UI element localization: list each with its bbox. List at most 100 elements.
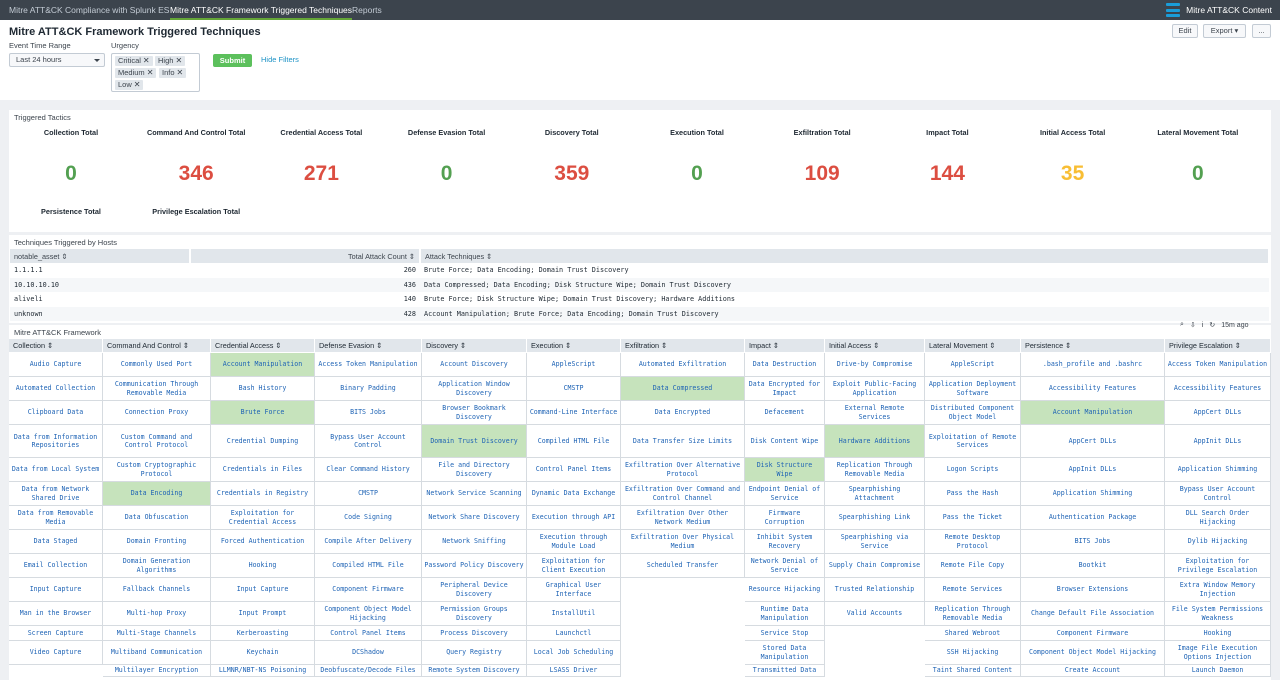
technique-cell[interactable]: Launch Daemon [1165, 665, 1271, 677]
technique-cell[interactable]: Dynamic Data Exchange [527, 482, 621, 506]
technique-cell[interactable]: CMSTP [527, 377, 621, 401]
technique-cell[interactable]: Data from Network Shared Drive [9, 482, 103, 506]
table-row[interactable]: 1.1.1.1 260 Brute Force; Data Encoding; Do… [10, 263, 1269, 278]
kpi-value[interactable]: 271 [262, 162, 380, 186]
technique-cell[interactable]: Multi-hop Proxy [103, 602, 211, 626]
technique-cell[interactable]: BITS Jobs [315, 401, 422, 425]
technique-cell[interactable]: Peripheral Device Discovery [422, 578, 527, 602]
technique-cell[interactable]: Component Firmware [1021, 626, 1165, 641]
technique-cell[interactable]: Data from Information Repositories [9, 425, 103, 458]
technique-cell[interactable]: Execution through API [527, 506, 621, 530]
technique-cell[interactable]: Network Sniffing [422, 530, 527, 554]
framework-column-header[interactable]: Impact ⇕ [745, 339, 824, 352]
technique-cell[interactable]: Replication Through Removable Media [825, 458, 925, 482]
technique-cell[interactable]: Remote Desktop Protocol [925, 530, 1021, 554]
technique-cell[interactable]: Automated Exfiltration [621, 353, 745, 377]
technique-cell[interactable]: Code Signing [315, 506, 422, 530]
technique-cell[interactable]: Data Encoding [103, 482, 211, 506]
technique-cell[interactable]: Extra Window Memory Injection [1165, 578, 1271, 602]
technique-cell[interactable]: Access Token Manipulation [1165, 353, 1271, 377]
technique-cell[interactable]: Custom Command and Control Protocol [103, 425, 211, 458]
technique-cell[interactable]: Stored Data Manipulation [745, 641, 825, 665]
technique-cell[interactable]: Control Panel Items [315, 626, 422, 641]
technique-cell[interactable]: Network Share Discovery [422, 506, 527, 530]
technique-cell[interactable]: External Remote Services [825, 401, 925, 425]
technique-cell[interactable]: Disk Structure Wipe [745, 458, 825, 482]
framework-column-header[interactable]: Lateral Movement ⇕ [925, 339, 1020, 352]
technique-cell[interactable]: Hardware Additions [825, 425, 925, 458]
technique-cell[interactable]: Data Encrypted [621, 401, 745, 425]
technique-cell[interactable]: Accessibility Features [1021, 377, 1165, 401]
nav-tab-3[interactable]: Reports [352, 0, 382, 20]
kpi-value[interactable]: 109 [763, 162, 881, 186]
technique-cell[interactable]: DLL Search Order Hijacking [1165, 506, 1271, 530]
col-notable-asset[interactable]: notable_asset ⇕ [10, 249, 191, 263]
kpi-value[interactable]: 359 [513, 162, 631, 186]
kpi-value[interactable]: 346 [137, 162, 255, 186]
technique-cell[interactable]: Create Account [1021, 665, 1165, 677]
technique-cell[interactable]: Exploit Public-Facing Application [825, 377, 925, 401]
technique-cell[interactable]: Keychain [211, 641, 315, 665]
technique-cell[interactable]: Forced Authentication [211, 530, 315, 554]
technique-cell[interactable]: Valid Accounts [825, 602, 925, 626]
urgency-token-medium[interactable]: Medium ✕ [115, 68, 157, 78]
technique-cell[interactable]: Accessibility Features [1165, 377, 1271, 401]
technique-cell[interactable]: LSASS Driver [527, 665, 621, 677]
technique-cell[interactable]: Bypass User Account Control [1165, 482, 1271, 506]
technique-cell[interactable]: Spearphishing Attachment [825, 482, 925, 506]
nav-tab-2[interactable]: Mitre ATT&CK Framework Triggered Techniq… [170, 0, 353, 20]
table-row[interactable]: aliveli 140 Brute Force; Disk Structure Wi… [10, 292, 1269, 307]
technique-cell[interactable]: Permission Groups Discovery [422, 602, 527, 626]
search-icon[interactable]: ⌕ [1180, 321, 1184, 329]
technique-cell[interactable]: Account Manipulation [211, 353, 315, 377]
technique-cell[interactable]: Credential Dumping [211, 425, 315, 458]
technique-cell[interactable]: Man in the Browser [9, 602, 103, 626]
submit-button[interactable]: Submit [213, 54, 252, 67]
technique-cell[interactable]: Data Obfuscation [103, 506, 211, 530]
remove-token-icon[interactable]: ✕ [175, 56, 182, 65]
technique-cell[interactable]: Bypass User Account Control [315, 425, 422, 458]
urgency-token-low[interactable]: Low ✕ [115, 80, 144, 90]
technique-cell[interactable]: Bootkit [1021, 554, 1165, 578]
technique-cell[interactable]: Remote System Discovery [422, 665, 527, 677]
technique-cell[interactable]: Screen Capture [9, 626, 103, 641]
more-button[interactable]: ... [1252, 24, 1271, 38]
technique-cell[interactable]: Transmitted Data [745, 665, 825, 677]
technique-cell[interactable]: Browser Extensions [1021, 578, 1165, 602]
technique-cell[interactable]: Exfiltration Over Physical Medium [621, 530, 745, 554]
technique-cell[interactable]: Defacement [745, 401, 825, 425]
technique-cell[interactable]: Query Registry [422, 641, 527, 665]
technique-cell[interactable]: Remote File Copy [925, 554, 1021, 578]
technique-cell[interactable]: Multiband Communication [103, 641, 211, 665]
time-range-dropdown[interactable]: Last 24 hours [9, 53, 105, 67]
technique-cell[interactable]: Clear Command History [315, 458, 422, 482]
technique-cell[interactable]: Scheduled Transfer [621, 554, 745, 578]
urgency-multiselect[interactable]: Critical ✕ High ✕ Medium ✕ Info ✕ Low ✕ [111, 53, 200, 92]
col-total-attack-count[interactable]: Total Attack Count ⇕ [190, 249, 421, 263]
technique-cell[interactable]: Exfiltration Over Other Network Medium [621, 506, 745, 530]
framework-column-header[interactable]: Initial Access ⇕ [825, 339, 924, 352]
technique-cell[interactable]: Endpoint Denial of Service [745, 482, 825, 506]
kpi-value[interactable]: 0 [12, 162, 130, 186]
technique-cell[interactable]: Command-Line Interface [527, 401, 621, 425]
table-row[interactable]: unknown 428 Account Manipulation; Brute Fo… [10, 306, 1269, 321]
urgency-token-high[interactable]: High ✕ [155, 56, 186, 66]
technique-cell[interactable]: Email Collection [9, 554, 103, 578]
technique-cell[interactable]: Component Firmware [315, 578, 422, 602]
technique-cell[interactable]: Logon Scripts [925, 458, 1021, 482]
technique-cell[interactable]: Data from Removable Media [9, 506, 103, 530]
technique-cell[interactable]: Pass the Hash [925, 482, 1021, 506]
technique-cell[interactable]: Distributed Component Object Model [925, 401, 1021, 425]
technique-cell[interactable]: Exploitation for Privilege Escalation [1165, 554, 1271, 578]
technique-cell[interactable]: Remote Services [925, 578, 1021, 602]
technique-cell[interactable]: Spearphishing via Service [825, 530, 925, 554]
technique-cell[interactable]: Bash History [211, 377, 315, 401]
technique-cell[interactable]: Taint Shared Content [925, 665, 1021, 677]
technique-cell[interactable]: Access Token Manipulation [315, 353, 422, 377]
info-icon[interactable]: i [1202, 322, 1204, 329]
technique-cell[interactable]: Network Denial of Service [745, 554, 825, 578]
technique-cell[interactable]: AppInit DLLs [1165, 425, 1271, 458]
technique-cell[interactable]: CMSTP [315, 482, 422, 506]
remove-token-icon[interactable]: ✕ [134, 80, 141, 89]
technique-cell[interactable]: Exfiltration Over Command and Control Ch… [621, 482, 745, 506]
